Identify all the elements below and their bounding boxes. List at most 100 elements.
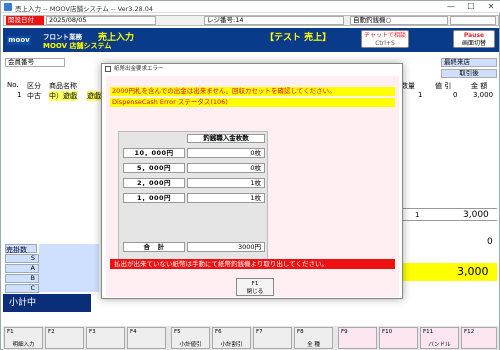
bill-count-table: 釣銭職入金枚数 10，000円 0枚 5，000円 0枚 2，000円 1枚 1… xyxy=(118,131,268,261)
side-row-b: B xyxy=(5,274,39,283)
side-row-s: S xyxy=(5,254,39,263)
f9-key-code: F9 xyxy=(341,329,348,335)
window-icon xyxy=(105,66,111,72)
window-title: 売上入力 -- MOOV店舗システム -- Ver3.28.04 xyxy=(15,5,154,13)
open-date-label: 開設日付 xyxy=(6,16,44,25)
side-row-c: C xyxy=(5,284,39,293)
header: moov フロント業務 MOOV 店舗システム 売上入力 【テスト 売上】 チャ… xyxy=(3,28,499,52)
row-discount: 0 xyxy=(453,91,458,99)
totals-row: 1 3,000 xyxy=(399,208,497,221)
dialog-title-bar: 紙幣出金要求エラー xyxy=(102,64,402,74)
f1-key[interactable]: F1 明細入力 xyxy=(4,327,43,349)
chat-button-label: チャットで相談 xyxy=(364,32,406,39)
dialog-title: 紙幣出金要求エラー xyxy=(114,66,164,72)
f7-key-code: F7 xyxy=(256,329,263,335)
member-number-label: 会員番号 xyxy=(5,58,65,67)
f2-key-code: F2 xyxy=(48,329,55,335)
app-icon xyxy=(4,3,12,11)
screen-switch-label: 画面切替 xyxy=(461,40,486,47)
info-bar: 開設日付 2025/08/05 レジ番号:14 自動釣銭機○ xyxy=(3,15,499,26)
remove-bills-warning: 払出が出来ていない紙幣は手動にて紙幣釣銭機より取り出してください。 xyxy=(110,259,395,269)
f6-key-label: 小計割引 xyxy=(220,342,243,348)
subtotal-status: 小計中 xyxy=(3,294,91,312)
f2-key[interactable]: F2 xyxy=(45,327,84,349)
error-message: 2000円札を含んでの出金は出来ません。回収カセットを確認してください。 xyxy=(110,87,395,96)
error-status: DispenseCash Error ステータス(106) xyxy=(110,98,395,107)
f5-key-label: 小計値引 xyxy=(179,342,202,348)
chat-button-shortcut: Ctrl+S xyxy=(375,40,395,47)
f7-key[interactable]: F7 xyxy=(253,327,292,349)
f5-key[interactable]: F5 小計値引 xyxy=(171,327,210,349)
dialog-body: 2000円札を含んでの出金は出来ません。回収カセットを確認してください。 Dis… xyxy=(106,76,399,297)
f11-key-code: F11 xyxy=(423,329,434,335)
row-amount: 3,000 xyxy=(473,91,494,99)
f10-key[interactable]: F10 xyxy=(379,327,418,349)
grand-total: 3,000 xyxy=(457,265,489,278)
info-empty-cell xyxy=(450,16,496,25)
side-row-a: A xyxy=(5,264,39,273)
close-button-label: 閉じる xyxy=(246,289,264,295)
maximize-button[interactable]: ☐ xyxy=(461,1,481,13)
total-qty: 1 xyxy=(415,211,420,219)
grand-total-box: 3,000 xyxy=(399,263,497,281)
title-bar: 売上入力 -- MOOV店舗システム -- Ver3.28.04 — ☐ ✕ xyxy=(1,1,500,13)
denom-label: 2，000円 xyxy=(123,178,185,188)
denom-label: 10，000円 xyxy=(123,148,185,158)
f8-key[interactable]: F8 全 種 xyxy=(294,327,333,349)
close-window-button[interactable]: ✕ xyxy=(481,1,500,13)
col-kubun: 区分 xyxy=(27,82,41,90)
denom-count: 0枚 xyxy=(187,163,265,173)
mode-label: 【テスト 売上】 xyxy=(265,33,332,43)
minimize-button[interactable]: — xyxy=(441,1,461,13)
f8-key-code: F8 xyxy=(297,329,304,335)
f12-key[interactable]: F12 xyxy=(461,327,497,349)
table-header: 釣銭職入金枚数 xyxy=(187,134,265,143)
open-date-value: 2025/08/05 xyxy=(46,16,156,25)
f5-key-code: F5 xyxy=(174,329,181,335)
denom-count: 1枚 xyxy=(187,178,265,188)
total-label: 合 計 xyxy=(123,242,185,252)
register-number: レジ番号:14 xyxy=(204,16,344,25)
f10-key-code: F10 xyxy=(382,329,393,335)
f11-key[interactable]: F11 バンドル xyxy=(420,327,459,349)
side-panel-values xyxy=(39,244,99,292)
f4-key[interactable]: F4 xyxy=(127,327,166,349)
row-product: 中）遊戯 xyxy=(49,91,77,101)
f1-key-code: F1 xyxy=(7,329,14,335)
transaction-label: 取引後 xyxy=(441,69,497,78)
col-qty: 数量 xyxy=(401,82,415,90)
close-button[interactable]: F1 閉じる xyxy=(236,278,274,296)
chat-button[interactable]: チャットで相談 Ctrl+S xyxy=(361,30,409,48)
f3-key[interactable]: F3 xyxy=(86,327,125,349)
zero-value: 0 xyxy=(487,237,493,247)
bill-dispense-error-dialog: 紙幣出金要求エラー 2000円札を含んでの出金は出来ません。回収カセットを確認し… xyxy=(101,63,403,299)
f6-key-code: F6 xyxy=(215,329,222,335)
side-panel-title: 売掛数 xyxy=(5,244,37,254)
col-no: No. xyxy=(7,81,19,89)
last-visit-label: 最終来店 xyxy=(441,58,497,67)
pause-label: Pause xyxy=(463,32,485,39)
denom-count: 1枚 xyxy=(187,193,265,203)
col-amount: 金 額 xyxy=(471,82,488,90)
total-amount: 3,000 xyxy=(463,210,489,220)
f4-key-code: F4 xyxy=(130,329,137,335)
f11-key-label: バンドル xyxy=(428,342,451,348)
row-kubun: 中古 xyxy=(27,92,41,100)
pause-button[interactable]: Pause 画面切替 xyxy=(453,30,495,48)
auto-drawer-status: 自動釣銭機○ xyxy=(350,16,448,25)
f3-key-code: F3 xyxy=(89,329,96,335)
front-label: フロント業務 xyxy=(43,33,82,41)
f9-key[interactable]: F9 xyxy=(338,327,377,349)
row-no: 1 xyxy=(17,91,22,99)
denom-label: 5，000円 xyxy=(123,163,185,173)
col-discount: 値 引 xyxy=(435,82,452,90)
f6-key[interactable]: F6 小計割引 xyxy=(212,327,251,349)
function-key-bar: F1 明細入力 F2 F3 F4 F5 小計値引 F6 小計割引 F7 F8 全 種 F… xyxy=(3,326,499,350)
col-product: 商品名称 xyxy=(49,82,77,90)
close-button-key: F1 xyxy=(251,281,259,287)
denom-count: 0枚 xyxy=(187,148,265,158)
row-qty: 1 xyxy=(418,91,423,99)
total-value: 3000円 xyxy=(187,242,265,252)
f8-key-label: 全 種 xyxy=(307,342,320,348)
app-window: 売上入力 -- MOOV店舗システム -- Ver3.28.04 — ☐ ✕ 開… xyxy=(0,0,500,350)
